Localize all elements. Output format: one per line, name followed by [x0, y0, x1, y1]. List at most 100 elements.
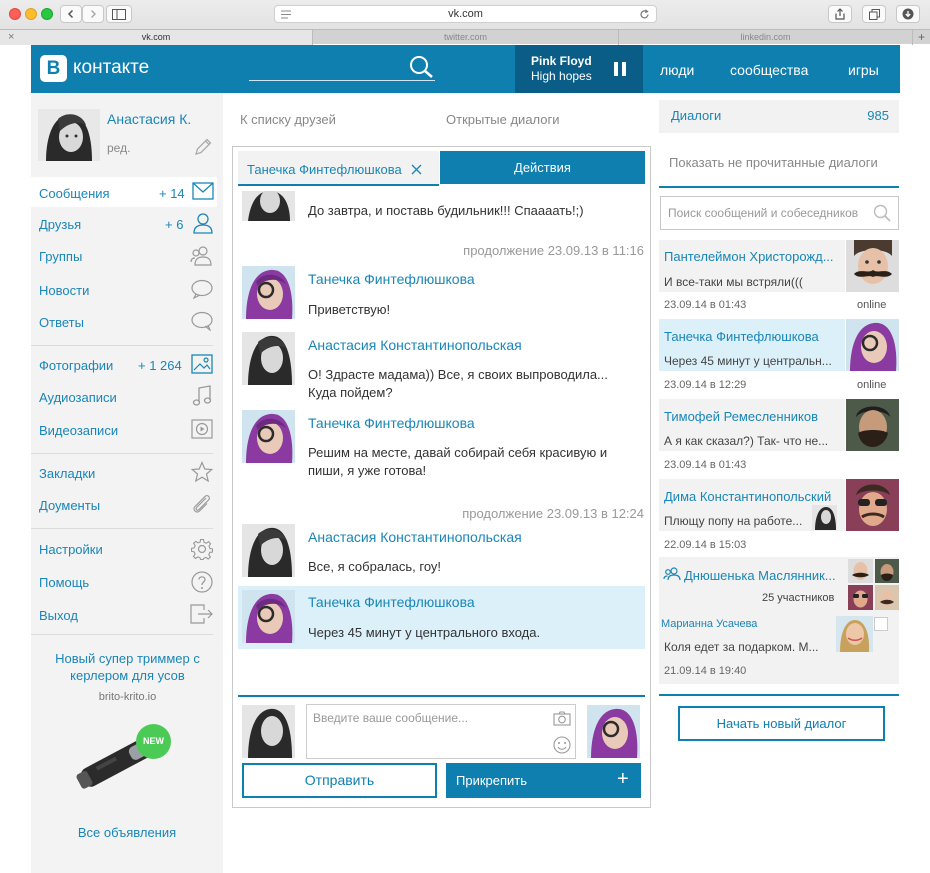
dialog-sender-avatar[interactable]	[812, 505, 837, 530]
address-bar[interactable]: vk.com	[274, 5, 657, 23]
attach-button[interactable]: Прикрепить +	[446, 763, 641, 798]
audio-player[interactable]: Pink Floyd High hopes	[515, 45, 643, 93]
show-unread-link[interactable]: Показать не прочитанные диалоги	[669, 155, 878, 170]
new-tab-button[interactable]: +	[913, 30, 930, 45]
message-author[interactable]: Анастасия Константинопольская	[308, 529, 522, 545]
dialog-avatar[interactable]	[846, 479, 899, 531]
menu-label: Закладки	[39, 466, 96, 481]
participant-avatar[interactable]	[875, 585, 899, 610]
avatar-tanechka[interactable]	[242, 590, 295, 643]
menu-count: + 1 264	[138, 358, 182, 373]
group-icon	[190, 246, 212, 266]
search-icon[interactable]	[873, 204, 891, 222]
ad-image[interactable]: NEW	[72, 716, 184, 806]
message-text: Приветствую!	[308, 302, 391, 317]
close-window-button[interactable]	[9, 8, 21, 20]
tabs-overview-button[interactable]	[862, 5, 886, 23]
player-artist: Pink Floyd	[531, 54, 592, 68]
dialog-avatar[interactable]	[846, 240, 899, 292]
message-author[interactable]: Танечка Финтефлюшкова	[308, 415, 475, 431]
plus-icon: +	[617, 768, 629, 790]
actions-button[interactable]: Действия	[440, 151, 645, 184]
message-timestamp: продолжение 23.09.13 в 12:24	[462, 506, 644, 521]
profile-edit-link[interactable]: ред.	[107, 141, 130, 155]
nav-communities[interactable]: сообщества	[730, 62, 808, 78]
reader-icon[interactable]	[281, 10, 291, 19]
logo-text[interactable]: контакте	[73, 57, 149, 79]
dialog-avatar[interactable]	[846, 399, 899, 451]
dialogs-header[interactable]: Диалоги 985	[659, 100, 899, 133]
dialog-avatar[interactable]	[846, 319, 899, 371]
avatar-anastasia[interactable]	[242, 191, 295, 221]
logo-icon[interactable]: В	[40, 55, 67, 82]
dialog-preview: Коля едет за подарком. М...	[664, 640, 819, 654]
dialog-sender-name: Марианна Усачева	[661, 618, 758, 630]
star-icon	[191, 461, 213, 483]
exit-icon	[190, 604, 213, 624]
avatar-anastasia[interactable]	[242, 332, 295, 385]
paperclip-icon	[193, 495, 210, 513]
tab-linkedin[interactable]: linkedin.com	[619, 30, 913, 45]
avatar-recipient[interactable]	[587, 705, 640, 758]
right-divider	[659, 694, 899, 696]
ad-title[interactable]: Новый супер триммер с керлером для усов	[50, 650, 205, 684]
close-tab-icon[interactable]: ×	[8, 30, 14, 45]
ad-new-badge: NEW	[136, 724, 171, 759]
participant-avatar[interactable]	[848, 559, 873, 583]
share-button[interactable]	[828, 5, 852, 23]
menu-label: Помощь	[39, 575, 90, 590]
pencil-icon[interactable]	[193, 137, 213, 157]
profile-name[interactable]: Анастасия К.	[107, 111, 191, 127]
tab-twitter[interactable]: twitter.com	[313, 30, 619, 45]
message-author[interactable]: Танечка Финтефлюшкова	[308, 594, 475, 610]
sidebar-toggle-button[interactable]	[106, 5, 132, 23]
menu-label: Доументы	[39, 498, 101, 513]
reload-icon[interactable]	[639, 9, 650, 20]
dialog-date: 22.09.14 в 15:03	[664, 539, 747, 551]
chat-tab-label: Танечка Финтефлюшкова	[247, 162, 402, 177]
tabs-icon	[868, 8, 880, 20]
back-button[interactable]	[60, 5, 82, 23]
tab-vk[interactable]: × vk.com	[0, 30, 313, 45]
participant-avatar[interactable]	[848, 585, 873, 610]
title-bar: vk.com	[0, 0, 930, 28]
pause-icon[interactable]	[614, 62, 626, 76]
participant-avatar[interactable]	[875, 559, 899, 583]
avatar-tanechka[interactable]	[242, 266, 295, 319]
send-button[interactable]: Отправить	[242, 763, 437, 798]
profile-avatar[interactable]	[38, 109, 100, 161]
dialog-checkbox[interactable]	[874, 617, 888, 631]
avatar-tanechka[interactable]	[242, 410, 295, 463]
dialog-search-input[interactable]: Поиск сообщений и собеседников	[660, 196, 899, 230]
forward-button[interactable]	[82, 5, 104, 23]
minimize-window-button[interactable]	[25, 8, 37, 20]
dialog-date: 21.09.14 в 19:40	[664, 665, 747, 677]
dialog-sender-avatar[interactable]	[836, 616, 873, 652]
camera-icon[interactable]	[553, 711, 571, 726]
message-author[interactable]: Танечка Финтефлюшкова	[308, 271, 475, 287]
browser-chrome: vk.com × vk.com twitter.com linkedin.com…	[0, 0, 930, 45]
dialog-name: Пантелеймон Христорожд...	[664, 249, 834, 264]
downloads-button[interactable]	[896, 5, 920, 23]
avatar-self[interactable]	[242, 705, 295, 758]
ad-site[interactable]: brito-krito.io	[50, 691, 205, 703]
photo-icon	[191, 354, 213, 374]
message-author[interactable]: Анастасия Константинопольская	[308, 337, 522, 353]
new-dialog-button[interactable]: Начать новый диалог	[678, 706, 885, 741]
nav-games[interactable]: игры	[848, 62, 879, 78]
nav-people[interactable]: люди	[660, 62, 694, 78]
menu-label: Группы	[39, 249, 83, 264]
back-to-friends-link[interactable]: К списку друзей	[240, 112, 336, 127]
chat-tab-active[interactable]: Танечка Финтефлюшкова	[238, 151, 439, 186]
smiley-icon[interactable]	[553, 736, 571, 754]
download-icon	[902, 8, 914, 20]
close-icon[interactable]	[411, 164, 422, 175]
menu-label: Новости	[39, 283, 90, 298]
search-icon[interactable]	[409, 55, 435, 79]
header-search-input[interactable]	[249, 55, 435, 81]
maximize-window-button[interactable]	[41, 8, 53, 20]
message-input[interactable]: Введите ваше сообщение...	[306, 704, 576, 759]
all-ads-link[interactable]: Все объявления	[31, 825, 223, 840]
open-dialogs-link[interactable]: Открытые диалоги	[446, 112, 560, 127]
avatar-anastasia[interactable]	[242, 524, 295, 577]
